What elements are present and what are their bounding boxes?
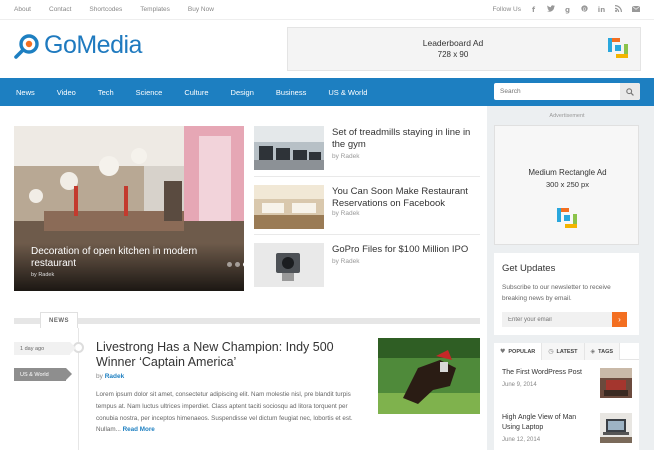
- popular-tabs-widget: ♥ POPULAR ◷ LATEST ◈ TAGS The First WordPre…: [494, 343, 639, 450]
- tab-tags-label: TAGS: [598, 348, 614, 355]
- clock-icon: ◷: [548, 348, 554, 355]
- svg-text:p: p: [583, 6, 586, 12]
- story-thumbnail[interactable]: [254, 126, 324, 170]
- tab-popular[interactable]: ♥ POPULAR: [494, 343, 543, 360]
- rss-icon[interactable]: [614, 5, 623, 14]
- hero-title[interactable]: Decoration of open kitchen in modern res…: [31, 246, 231, 270]
- story-item[interactable]: GoPro Files for $100 Million IPO by Rade…: [254, 243, 480, 291]
- popular-item-title[interactable]: The First WordPress Post: [502, 368, 592, 378]
- top-link-shortcodes[interactable]: Shortcodes: [89, 6, 122, 13]
- twitter-icon[interactable]: [546, 5, 555, 14]
- rect-ad-title: Medium Rectangle Ad: [528, 168, 607, 177]
- leaderboard-ad[interactable]: Leaderboard Ad 728 x 90: [287, 27, 641, 71]
- rect-ad-size: 300 x 250 px: [546, 180, 589, 189]
- newsletter-description: Subscribe to our newsletter to receive b…: [502, 284, 611, 302]
- nav-item-us-world[interactable]: US & World: [328, 88, 367, 97]
- tag-icon: ◈: [590, 348, 596, 355]
- pinterest-icon[interactable]: p: [580, 5, 589, 14]
- newsletter-widget: Get Updates Subscribe to our newsletter …: [494, 253, 639, 335]
- top-link-templates[interactable]: Templates: [140, 6, 170, 13]
- follow-label: Follow Us: [492, 6, 521, 13]
- top-link-contact[interactable]: Contact: [49, 6, 71, 13]
- search-box: [494, 83, 640, 100]
- tab-latest[interactable]: ◷ LATEST: [542, 343, 585, 360]
- story-title[interactable]: GoPro Files for $100 Million IPO: [332, 244, 480, 256]
- story-thumbnail[interactable]: [254, 185, 324, 229]
- read-more-link[interactable]: Read More: [123, 426, 155, 433]
- slider-dot[interactable]: [235, 262, 240, 267]
- top-link-buy-now[interactable]: Buy Now: [188, 6, 214, 13]
- nav-item-design[interactable]: Design: [231, 88, 254, 97]
- story-thumbnail[interactable]: [254, 243, 324, 287]
- email-icon[interactable]: [631, 5, 640, 14]
- top-bar: About Contact Shortcodes Templates Buy N…: [0, 0, 654, 20]
- logo-text: GoMedia: [44, 31, 142, 59]
- newsletter-submit-button[interactable]: ›: [612, 312, 627, 327]
- arrow-right-icon: ›: [618, 315, 621, 324]
- site-logo[interactable]: GoMedia: [14, 31, 142, 60]
- linkedin-icon[interactable]: in: [597, 6, 606, 14]
- ad-logo-icon: [557, 208, 577, 233]
- facebook-icon[interactable]: f: [529, 6, 538, 14]
- tab-tags[interactable]: ◈ TAGS: [584, 343, 621, 360]
- nav-item-tech[interactable]: Tech: [98, 88, 114, 97]
- story-title[interactable]: You Can Soon Make Restaurant Reservation…: [332, 186, 480, 210]
- story-item[interactable]: You Can Soon Make Restaurant Reservation…: [254, 185, 480, 233]
- hero-byline: by Radek: [31, 272, 55, 278]
- search-icon: [626, 87, 634, 96]
- social-follow: Follow Us f g p in: [492, 5, 640, 14]
- slider-dot-active[interactable]: [243, 262, 244, 267]
- popular-item-thumbnail[interactable]: [600, 368, 632, 398]
- leaderboard-ad-size: 728 x 90: [437, 50, 469, 59]
- tab-popular-label: POPULAR: [508, 348, 536, 355]
- story-byline: by Radek: [332, 153, 360, 160]
- nav-item-news[interactable]: News: [16, 88, 35, 97]
- story-byline: by Radek: [332, 210, 360, 217]
- search-button[interactable]: [620, 83, 640, 100]
- top-links: About Contact Shortcodes Templates Buy N…: [14, 6, 232, 13]
- tab-latest-label: LATEST: [556, 348, 578, 355]
- news-section-label: NEWS: [40, 312, 78, 328]
- story-title[interactable]: Set of treadmills staying in line in the…: [332, 127, 480, 151]
- featured-slider[interactable]: Decoration of open kitchen in modern res…: [14, 126, 244, 291]
- popular-item[interactable]: High Angle View of Man Using Laptop June…: [502, 413, 632, 443]
- article-image[interactable]: [378, 338, 480, 414]
- slider-dot[interactable]: [227, 262, 232, 267]
- article-byline: by Radek: [96, 373, 124, 380]
- nav-item-culture[interactable]: Culture: [184, 88, 208, 97]
- newsletter-email-input[interactable]: [502, 312, 620, 327]
- nav-item-business[interactable]: Business: [276, 88, 306, 97]
- advertisement-label: Advertisement: [549, 113, 585, 119]
- popular-item[interactable]: The First WordPress Post June 9, 2014: [502, 368, 632, 398]
- search-input[interactable]: [494, 83, 620, 100]
- story-byline: by Radek: [332, 258, 360, 265]
- divider: [254, 176, 480, 177]
- nav-item-science[interactable]: Science: [136, 88, 163, 97]
- ad-logo-icon: [608, 38, 628, 63]
- news-section-bar: [14, 318, 480, 324]
- google-plus-icon[interactable]: g: [563, 6, 572, 14]
- medium-rectangle-ad[interactable]: Medium Rectangle Ad 300 x 250 px: [494, 125, 639, 245]
- heart-icon: ♥: [500, 348, 506, 355]
- byline-prefix: by: [96, 373, 103, 380]
- time-ago-badge: 1 day ago: [14, 342, 76, 355]
- slider-dots: [227, 262, 244, 267]
- popular-item-title[interactable]: High Angle View of Man Using Laptop: [502, 413, 592, 433]
- logo-magnifier-icon: [14, 33, 40, 59]
- newsletter-title: Get Updates: [502, 263, 556, 274]
- article-excerpt: Lorem ipsum dolor sit amet, consectetur …: [96, 389, 368, 436]
- top-link-about[interactable]: About: [14, 6, 31, 13]
- story-item[interactable]: Set of treadmills staying in line in the…: [254, 126, 480, 174]
- category-badge[interactable]: US & World: [14, 368, 72, 381]
- popular-item-thumbnail[interactable]: [600, 413, 632, 443]
- divider: [254, 234, 480, 235]
- widget-tabs: ♥ POPULAR ◷ LATEST ◈ TAGS: [494, 343, 639, 360]
- leaderboard-ad-title: Leaderboard Ad: [422, 38, 484, 48]
- article-title[interactable]: Livestrong Has a New Champion: Indy 500 …: [96, 340, 366, 370]
- nav-item-video[interactable]: Video: [57, 88, 76, 97]
- article-author-link[interactable]: Radek: [105, 373, 125, 380]
